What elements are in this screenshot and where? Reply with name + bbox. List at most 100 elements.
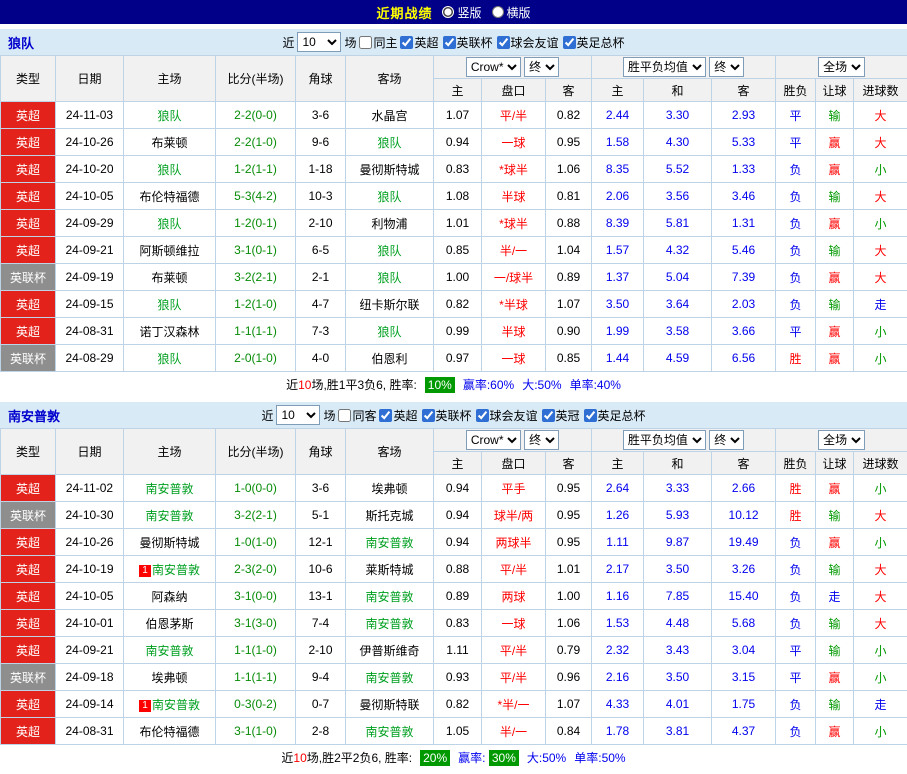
match-date: 24-09-19 [56, 264, 124, 291]
league-checkbox[interactable] [379, 409, 392, 422]
corner-score: 13-1 [296, 583, 346, 610]
league-filter[interactable]: 英超 [400, 34, 438, 51]
europe-time-select[interactable]: 终 [709, 430, 744, 450]
asian-odds-home: 0.93 [434, 664, 482, 691]
match-result: 胜 [776, 345, 816, 372]
corner-score: 10-6 [296, 556, 346, 583]
asian-odds-away: 1.01 [546, 556, 592, 583]
corner-score: 9-6 [296, 129, 346, 156]
odds-time-select[interactable]: 终 [524, 57, 559, 77]
col-type: 类型 [1, 429, 56, 475]
horizontal-layout-option[interactable]: 横版 [492, 4, 531, 21]
league-checkbox[interactable] [584, 409, 597, 422]
handicap-line: 一球 [482, 129, 546, 156]
home-team: 狼队 [124, 291, 216, 318]
corner-score: 4-7 [296, 291, 346, 318]
avg-odds-draw: 5.04 [644, 264, 712, 291]
subcol-goals: 进球数 [854, 79, 907, 102]
scope-select[interactable]: 全场 [818, 57, 865, 77]
vertical-layout-option[interactable]: 竖版 [442, 4, 481, 21]
avg-odds-away: 3.46 [712, 183, 776, 210]
match-count-select[interactable]: 10 [276, 405, 320, 425]
avg-odds-home: 1.78 [592, 718, 644, 745]
match-date: 24-08-31 [56, 718, 124, 745]
corner-score: 12-1 [296, 529, 346, 556]
same-venue-checkbox[interactable] [359, 36, 372, 49]
away-team: 狼队 [346, 264, 434, 291]
handicap-line: 一球 [482, 610, 546, 637]
avg-odds-away: 2.03 [712, 291, 776, 318]
league-checkbox[interactable] [476, 409, 489, 422]
match-result: 平 [776, 318, 816, 345]
league-checkbox[interactable] [443, 36, 456, 49]
asian-odds-away: 0.81 [546, 183, 592, 210]
horizontal-radio[interactable] [492, 6, 504, 18]
away-team: 南安普敦 [346, 664, 434, 691]
europe-odds-header: 胜平负均值 终 [592, 429, 776, 452]
handicap-line: *球半 [482, 156, 546, 183]
league-checkbox[interactable] [542, 409, 555, 422]
asian-odds-header: Crow* 终 [434, 429, 592, 452]
avg-odds-draw: 4.48 [644, 610, 712, 637]
goals-result: 大 [854, 237, 907, 264]
league-filter[interactable]: 英足总杯 [584, 407, 646, 424]
europe-avg-select[interactable]: 胜平负均值 [623, 430, 706, 450]
subcol-result: 胜负 [776, 79, 816, 102]
league-label: 英联杯 [436, 407, 472, 424]
same-venue-checkbox[interactable] [338, 409, 351, 422]
league-checkbox[interactable] [422, 409, 435, 422]
handicap-line: 两球半 [482, 529, 546, 556]
asian-odds-home: 0.94 [434, 129, 482, 156]
europe-time-select[interactable]: 终 [709, 57, 744, 77]
col-date: 日期 [56, 429, 124, 475]
match-row: 英超24-10-05阿森纳3-1(0-0)13-1南安普敦0.89两球1.001… [1, 583, 907, 610]
handicap-line: 半球 [482, 318, 546, 345]
corner-score: 7-3 [296, 318, 346, 345]
avg-odds-away: 5.33 [712, 129, 776, 156]
league-badge: 英超 [1, 475, 56, 502]
subcol-goals: 进球数 [854, 452, 907, 475]
league-filter[interactable]: 球会友谊 [497, 34, 559, 51]
asian-odds-away: 0.90 [546, 318, 592, 345]
league-filter[interactable]: 英冠 [542, 407, 580, 424]
league-filter[interactable]: 球会友谊 [476, 407, 538, 424]
match-score: 3-1(0-1) [216, 237, 296, 264]
home-team: 狼队 [124, 156, 216, 183]
match-row: 英联杯24-08-29狼队2-0(1-0)4-0伯恩利0.97一球0.851.4… [1, 345, 907, 372]
match-result: 负 [776, 237, 816, 264]
section-header-bar: 狼队 近 10 场 同主 英超英联杯球会友谊英足总杯 [0, 29, 907, 55]
same-venue-filter[interactable]: 同主 [359, 34, 397, 51]
league-checkbox[interactable] [497, 36, 510, 49]
match-count-select[interactable]: 10 [297, 32, 341, 52]
vertical-radio[interactable] [442, 6, 454, 18]
match-date: 24-10-01 [56, 610, 124, 637]
match-score: 3-2(2-1) [216, 502, 296, 529]
avg-odds-draw: 3.43 [644, 637, 712, 664]
europe-avg-select[interactable]: 胜平负均值 [623, 57, 706, 77]
match-date: 24-09-15 [56, 291, 124, 318]
bookmaker-select[interactable]: Crow* [466, 57, 521, 77]
league-checkbox[interactable] [563, 36, 576, 49]
avg-odds-home: 1.11 [592, 529, 644, 556]
league-filter[interactable]: 英联杯 [443, 34, 493, 51]
same-venue-filter[interactable]: 同客 [338, 407, 376, 424]
avg-odds-home: 2.17 [592, 556, 644, 583]
handicap-result: 赢 [816, 664, 854, 691]
match-row: 英超24-10-26布莱顿2-2(1-0)9-6狼队0.94一球0.951.58… [1, 129, 907, 156]
odds-time-select[interactable]: 终 [524, 430, 559, 450]
league-filter[interactable]: 英足总杯 [563, 34, 625, 51]
away-team: 狼队 [346, 318, 434, 345]
league-filter[interactable]: 英超 [379, 407, 417, 424]
bookmaker-select[interactable]: Crow* [466, 430, 521, 450]
home-team: 布莱顿 [124, 129, 216, 156]
home-team: 南安普敦 [124, 502, 216, 529]
scope-select[interactable]: 全场 [818, 430, 865, 450]
col-corner: 角球 [296, 56, 346, 102]
col-type: 类型 [1, 56, 56, 102]
match-result: 平 [776, 637, 816, 664]
avg-odds-home: 2.16 [592, 664, 644, 691]
league-checkbox[interactable] [400, 36, 413, 49]
match-date: 24-10-19 [56, 556, 124, 583]
league-filter[interactable]: 英联杯 [422, 407, 472, 424]
match-result: 平 [776, 129, 816, 156]
